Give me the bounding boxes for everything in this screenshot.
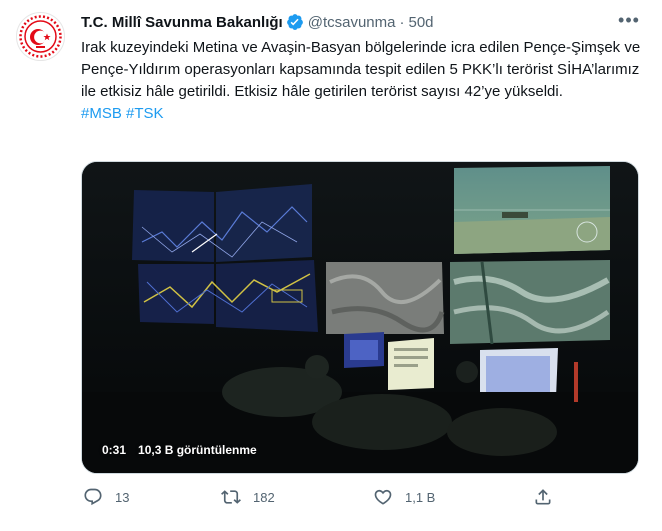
tweet-text: Irak kuzeyindeki Metina ve Avaşin-Basyan…	[81, 39, 641, 100]
tweet-timestamp[interactable]: 50d	[408, 14, 433, 31]
hashtag-row: #MSB #TSK	[81, 103, 641, 125]
video-duration: 0:31	[102, 443, 127, 457]
tweet-card[interactable]: T.C. Millî Savunma Bakanlığı @tcsavunma …	[0, 0, 662, 531]
reply-button[interactable]: 13	[83, 485, 129, 509]
more-options-icon[interactable]: •••	[615, 10, 643, 30]
reply-icon	[84, 488, 102, 506]
share-icon	[535, 489, 551, 505]
tweet-header: T.C. Millî Savunma Bakanlığı @tcsavunma …	[81, 11, 434, 33]
retweet-count: 182	[253, 489, 275, 505]
account-name[interactable]: T.C. Millî Savunma Bakanlığı	[81, 14, 283, 31]
account-handle[interactable]: @tcsavunma	[308, 14, 396, 31]
retweet-button[interactable]: 182	[221, 485, 275, 509]
tweet-actions: 13 182 1,1 B	[81, 485, 561, 509]
retweet-icon	[221, 490, 241, 504]
video-player[interactable]	[81, 161, 639, 474]
heart-icon	[374, 489, 392, 505]
video-view-count: 10,3 B görüntülenme	[138, 443, 257, 457]
share-button[interactable]	[533, 485, 553, 509]
like-count: 1,1 B	[405, 489, 436, 505]
avatar[interactable]	[16, 12, 65, 61]
verified-badge-icon	[286, 13, 304, 31]
like-button[interactable]: 1,1 B	[373, 485, 435, 509]
video-info-overlay: 0:31 10,3 B görüntülenme	[102, 441, 257, 459]
separator-dot: ·	[399, 13, 405, 31]
hashtag-msb[interactable]: #MSB	[81, 105, 122, 122]
tweet-body: Irak kuzeyindeki Metina ve Avaşin-Basyan…	[81, 37, 641, 125]
video-thumbnail	[82, 162, 638, 473]
reply-count: 13	[115, 489, 130, 505]
hashtag-tsk[interactable]: #TSK	[126, 105, 164, 122]
ministry-emblem-icon	[19, 15, 62, 58]
